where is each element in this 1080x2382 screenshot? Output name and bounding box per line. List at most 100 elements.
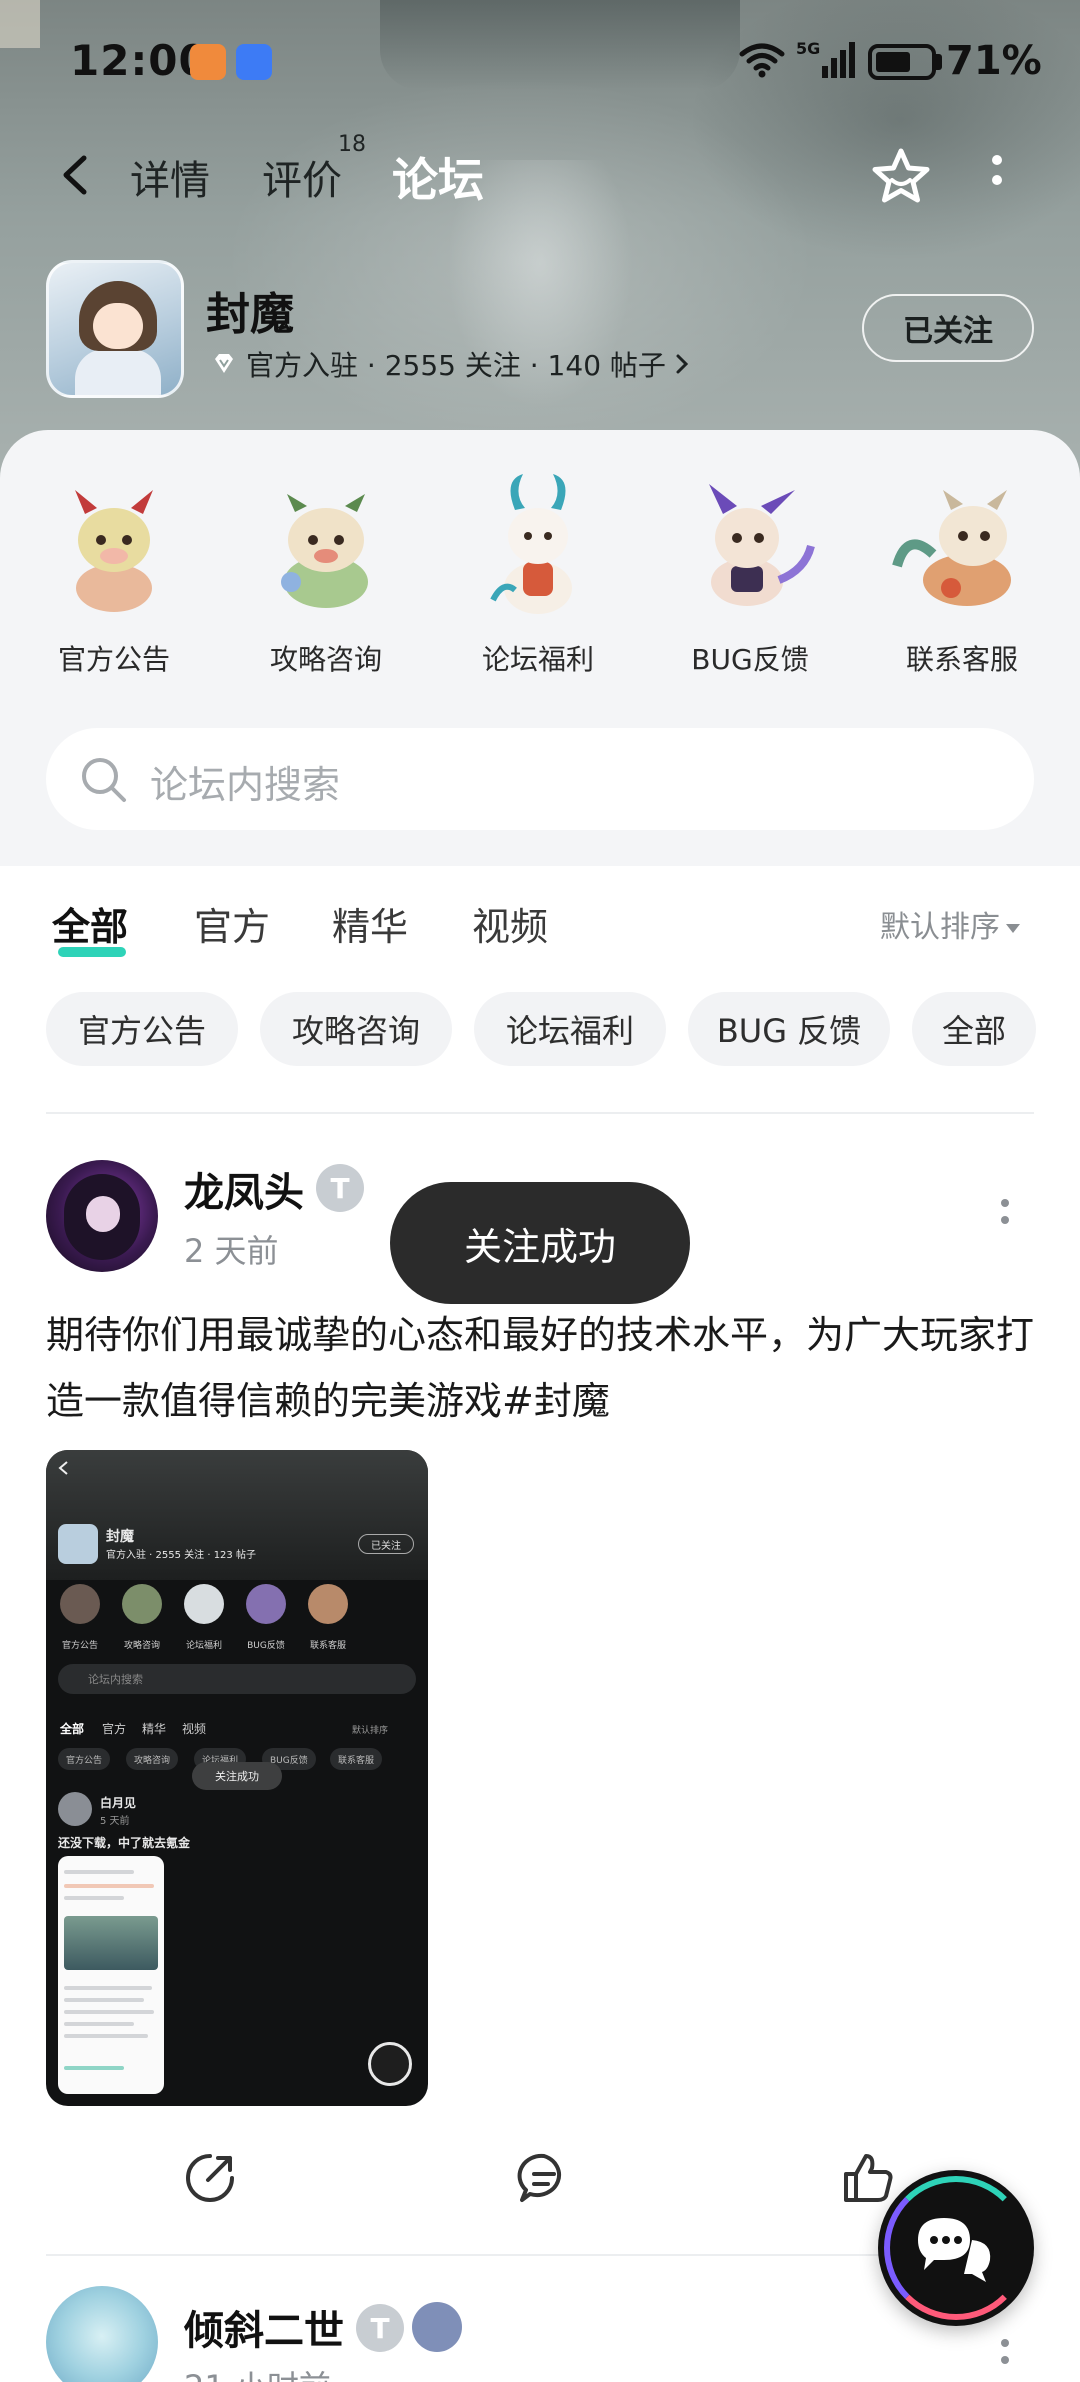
review-count-badge: 18 <box>338 132 366 157</box>
favorite-star-icon[interactable] <box>870 146 932 208</box>
shot-cat-label: 联系客服 <box>309 1641 346 1651</box>
tab-forum-label: 论坛 <box>392 153 484 207</box>
topic-chips: 官方公告 攻略咨询 论坛福利 BUG 反馈 全部 <box>0 992 1080 1068</box>
shot-user: 白月见 <box>100 1796 137 1810</box>
shot-sort: 默认排序 <box>352 1726 389 1736</box>
post-time: 21 小时前 <box>184 2362 331 2382</box>
chip-official-announcement[interactable]: 官方公告 <box>46 992 238 1066</box>
sort-label: 默认排序 <box>880 910 1000 945</box>
post-more-icon[interactable] <box>998 2338 1012 2370</box>
chip-bug-report[interactable]: BUG 反馈 <box>688 992 890 1066</box>
category-label: BUG反馈 <box>691 643 809 676</box>
filter-tabs: 全部 官方 精华 视频 默认排序 <box>0 880 1080 980</box>
post-more-icon[interactable] <box>998 1198 1012 1230</box>
notification-app-icon <box>190 44 226 80</box>
post-author[interactable]: 倾斜二世 <box>184 2298 344 2356</box>
battery-percent: 71% <box>946 38 1042 84</box>
game-title: 封魔 <box>206 289 294 340</box>
shot-cat-label: 攻略咨询 <box>123 1641 160 1651</box>
battery-cap <box>936 54 942 70</box>
shot-follow-button: 已关注 <box>358 1534 414 1554</box>
category-bug-report[interactable]: BUG反馈 <box>670 470 830 678</box>
svg-text:5G: 5G <box>796 39 820 58</box>
dragon-mascot-gold-icon <box>39 470 189 620</box>
shot-cat-label: 官方公告 <box>61 1641 98 1651</box>
shot-game-name: 封魔 <box>106 1529 134 1545</box>
post-image[interactable]: 封魔 官方入驻 · 2555 关注 · 123 帖子 已关注 官方公告 攻略咨询… <box>46 1450 428 2106</box>
shot-tab: 官方 <box>102 1722 127 1736</box>
dragon-mascot-purple-icon <box>675 470 825 620</box>
divider <box>46 1112 1034 1114</box>
shot-game-meta: 官方入驻 · 2555 关注 · 123 帖子 <box>106 1550 256 1561</box>
floating-chat-button[interactable] <box>878 2170 1034 2326</box>
toast-message: 关注成功 <box>390 1182 690 1304</box>
tab-review-label: 评价 <box>262 158 342 204</box>
top-navigation: 详情 评价 18 论坛 <box>0 132 1080 216</box>
category-customer-service[interactable]: 联系客服 <box>882 470 1042 678</box>
category-label: 攻略咨询 <box>269 643 382 676</box>
shot-toast: 关注成功 <box>192 1762 282 1790</box>
following-button[interactable]: 已关注 <box>862 294 1034 362</box>
shot-nested-image <box>58 1856 164 2094</box>
category-official-announcement[interactable]: 官方公告 <box>34 470 194 678</box>
chevron-right-icon <box>676 354 689 374</box>
search-placeholder: 论坛内搜索 <box>150 763 341 807</box>
avatar[interactable] <box>46 1160 158 1272</box>
thumbs-up-badge-icon <box>412 2302 462 2352</box>
cellular-signal-icon: 5G <box>796 39 855 78</box>
post-content[interactable]: 期待你们用最诚挚的心态和最好的技术水平，为广大玩家打造一款值得信赖的完美游戏#封… <box>46 1302 1036 1434</box>
official-diamond-icon <box>215 354 233 373</box>
category-label: 官方公告 <box>57 643 170 676</box>
dragon-mascot-white-icon <box>463 470 613 620</box>
shot-search: 论坛内搜索 <box>58 1664 416 1694</box>
user-level-badge: T <box>316 1164 364 1212</box>
like-icon[interactable] <box>838 2148 898 2208</box>
game-app-icon[interactable] <box>46 260 184 398</box>
shot-chip: 官方公告 <box>58 1748 111 1770</box>
category-label: 论坛福利 <box>481 643 594 676</box>
status-time: 12:00 <box>70 36 209 85</box>
shot-chip: 联系客服 <box>330 1748 383 1770</box>
chat-bubble-icon <box>918 2218 991 2282</box>
shot-tab: 精华 <box>142 1722 167 1736</box>
category-panel: 官方公告 攻略咨询 论坛福利 BUG反馈 联系客服 论坛内搜索 <box>0 430 1080 866</box>
tab-forum[interactable]: 论坛 <box>392 144 488 210</box>
back-arrow-icon[interactable] <box>52 150 102 200</box>
share-icon[interactable] <box>180 2148 240 2208</box>
shot-time: 5 天前 <box>100 1816 130 1827</box>
post-author[interactable]: 龙凤头 <box>184 1160 304 1218</box>
tab-official[interactable]: 官方 <box>194 896 270 951</box>
chip-strategy-consult[interactable]: 攻略咨询 <box>260 992 452 1066</box>
avatar <box>58 1792 92 1826</box>
back-arrow-icon <box>58 1461 68 1475</box>
game-app-icon <box>58 1524 98 1564</box>
dragon-mascot-green-icon <box>251 470 401 620</box>
avatar[interactable] <box>46 2286 158 2382</box>
more-options-icon[interactable] <box>990 152 1004 200</box>
tab-essence[interactable]: 精华 <box>332 896 408 951</box>
status-bar: 12:00 5G 71% <box>0 0 1080 120</box>
chip-all[interactable]: 全部 <box>912 992 1036 1066</box>
shot-tab: 视频 <box>182 1722 207 1736</box>
post-time: 2 天前 <box>184 1232 279 1270</box>
tab-review[interactable]: 评价 18 <box>262 132 366 206</box>
category-strategy-consult[interactable]: 攻略咨询 <box>246 470 406 678</box>
tab-detail[interactable]: 详情 <box>130 148 210 206</box>
dragon-mascot-orange-icon <box>887 470 1037 620</box>
search-icon <box>82 758 126 802</box>
tab-video[interactable]: 视频 <box>472 896 548 951</box>
shot-chip: 攻略咨询 <box>126 1748 179 1770</box>
game-meta-text: 官方入驻 · 2555 关注 · 140 帖子 <box>246 349 666 382</box>
shot-tab: 全部 <box>60 1722 85 1736</box>
category-forum-welfare[interactable]: 论坛福利 <box>458 470 618 678</box>
game-meta[interactable]: 官方入驻 · 2555 关注 · 140 帖子 <box>210 344 690 384</box>
tab-all[interactable]: 全部 <box>52 896 128 957</box>
forum-search-bar[interactable]: 论坛内搜索 <box>46 728 1034 830</box>
user-level-badge: T <box>356 2304 404 2352</box>
wifi-icon <box>739 43 785 78</box>
comment-icon[interactable] <box>514 2148 574 2208</box>
shot-cat-label: BUG反馈 <box>247 1641 285 1651</box>
shot-post-text: 还没下载，中了就去氪金 <box>58 1836 191 1850</box>
chip-forum-welfare[interactable]: 论坛福利 <box>474 992 666 1066</box>
sort-dropdown[interactable]: 默认排序 <box>880 902 1020 946</box>
